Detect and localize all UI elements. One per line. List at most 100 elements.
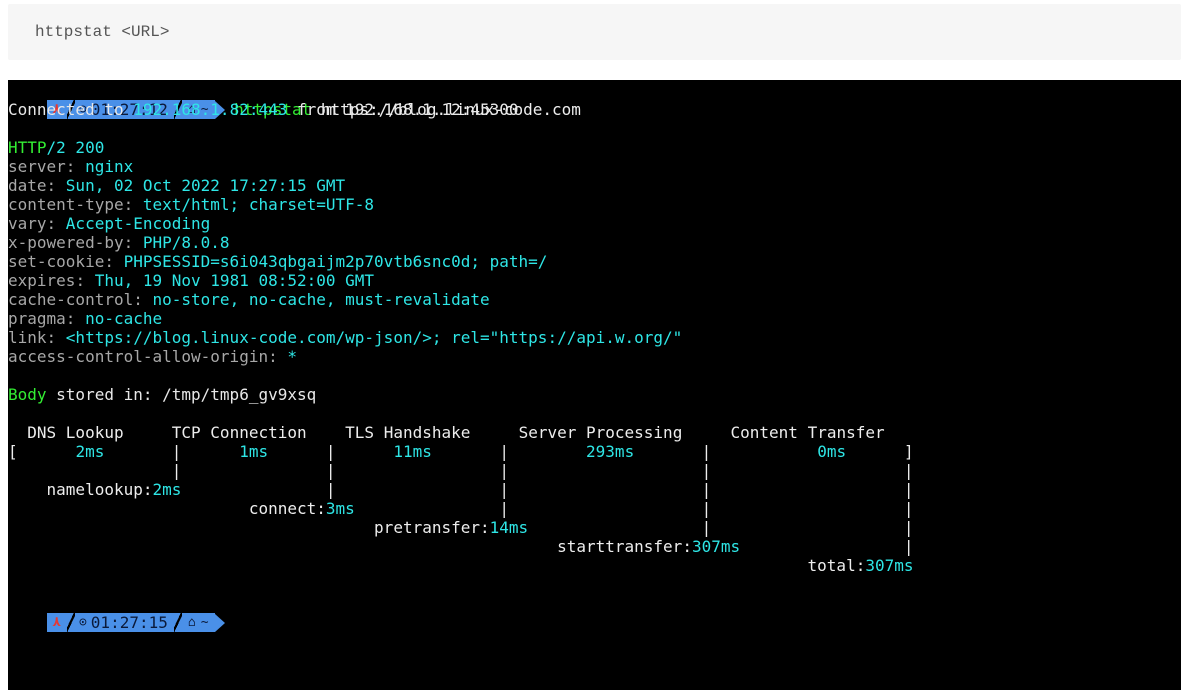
- local-address: 192.168.1.12:45300: [345, 100, 519, 119]
- prompt-line-1: ⋏ ⊙ 01:27:12 ⌂ ~ httpstat https://blog.l…: [8, 81, 1181, 119]
- timing-cumulative-row: connect:3ms | | |: [8, 499, 1181, 518]
- header-key: server: [8, 157, 66, 176]
- body-stored-path: stored in: /tmp/tmp6_gv9xsq: [46, 385, 317, 404]
- header-key: date: [8, 176, 47, 195]
- timing-pipe: |: [903, 499, 914, 518]
- timing-colon: :: [142, 480, 153, 499]
- timing-column-label: DNS Lookup: [27, 423, 124, 442]
- prompt-time: 01:27:15: [90, 613, 168, 632]
- timing-cumulative-value: 3ms: [325, 499, 355, 518]
- header-key: pragma: [8, 309, 66, 328]
- timing-colon: :: [682, 537, 692, 556]
- timing-cumulative-label: namelookup: [46, 480, 143, 499]
- timing-cumulative-row: starttransfer:307ms |: [8, 537, 1181, 556]
- status-icon: ⋏: [46, 613, 67, 632]
- timing-colon: :: [316, 499, 326, 518]
- timing-diagram: DNS Lookup TCP Connection TLS Handshake …: [8, 423, 1181, 575]
- connected-middle: from: [287, 100, 346, 119]
- header-key: cache-control: [8, 290, 134, 309]
- timing-colon: :: [855, 556, 866, 575]
- timing-pipe: |: [903, 537, 914, 556]
- header-value: <https://blog.linux-code.com/wp-json/>; …: [65, 328, 683, 347]
- header-key: vary: [8, 214, 47, 233]
- timing-cumulative-row: namelookup:2ms | | | |: [8, 480, 1181, 499]
- header-value: nginx: [85, 157, 134, 176]
- clock-icon: ⊙: [78, 615, 87, 630]
- timing-column-label: TLS Handshake: [345, 423, 471, 442]
- header-value: PHP/8.0.8: [142, 233, 230, 252]
- timing-duration: 11ms: [393, 442, 432, 461]
- timing-pipe: |: [325, 480, 336, 499]
- header-line: content-type: text/html; charset=UTF-8: [8, 195, 375, 214]
- timing-cumulative-value: 307ms: [691, 537, 741, 556]
- timing-duration-row: [ 2ms | 1ms | 11ms | 293ms | 0ms ]: [8, 442, 1181, 461]
- timing-cumulative-value: 14ms: [489, 518, 529, 537]
- http-status-line: HTTP/2 200: [8, 138, 1181, 157]
- timing-duration: 1ms: [239, 442, 269, 461]
- timing-open-bracket: [: [8, 442, 18, 461]
- timing-pipe: |: [499, 499, 509, 518]
- terminal-window[interactable]: ⋏ ⊙ 01:27:12 ⌂ ~ httpstat https://blog.l…: [8, 80, 1181, 690]
- timing-pipe: |: [499, 480, 509, 499]
- header-line: expires: Thu, 19 Nov 1981 08:52:00 GMT: [8, 271, 375, 290]
- timing-pipe: |: [903, 480, 914, 499]
- body-label: Body: [8, 385, 47, 404]
- timing-column-label: Content Transfer: [730, 423, 885, 442]
- remote-address: 192.168.1.82:443: [133, 100, 288, 119]
- timing-cumulative-label: pretransfer: [374, 518, 481, 537]
- timing-duration: 293ms: [586, 442, 635, 461]
- home-icon: ⌂: [187, 615, 196, 630]
- timing-close-bracket: ]: [903, 442, 914, 461]
- header-value: Accept-Encoding: [65, 214, 211, 233]
- code-block-text: httpstat <URL>: [35, 23, 170, 41]
- timing-cumulative-value: 2ms: [152, 480, 182, 499]
- code-block: httpstat <URL>: [8, 4, 1181, 60]
- timing-pipe: |: [499, 442, 509, 461]
- prompt-separator: [173, 613, 182, 632]
- http-status: /2 200: [46, 138, 105, 157]
- connected-line: Connected to 192.168.1.82:443 from 192.1…: [8, 100, 1181, 119]
- header-line: vary: Accept-Encoding: [8, 214, 211, 233]
- timing-column-label: Server Processing: [518, 423, 683, 442]
- http-protocol: HTTP: [8, 138, 47, 157]
- header-line: date: Sun, 02 Oct 2022 17:27:15 GMT: [8, 176, 346, 195]
- prompt-line-2: ⋏ ⊙ 01:27:15 ⌂ ~: [8, 594, 1181, 632]
- header-line: set-cookie: PHPSESSID=s6i043qbgaijm2p70v…: [8, 252, 548, 271]
- header-value: Sun, 02 Oct 2022 17:27:15 GMT: [65, 176, 346, 195]
- timing-column-label: TCP Connection: [171, 423, 307, 442]
- timing-colon: :: [480, 518, 490, 537]
- header-value: no-store, no-cache, must-revalidate: [152, 290, 490, 309]
- timing-pipe: |: [903, 461, 914, 480]
- header-line: access-control-allow-origin: *: [8, 347, 297, 366]
- timing-pipe: |: [701, 461, 712, 480]
- body-stored-line: Body stored in: /tmp/tmp6_gv9xsq: [8, 385, 1181, 404]
- header-key: link: [8, 328, 47, 347]
- timing-pipe: |: [325, 442, 336, 461]
- connected-prefix: Connected to: [8, 100, 134, 119]
- header-line: pragma: no-cache: [8, 309, 163, 328]
- header-value: Thu, 19 Nov 1981 08:52:00 GMT: [94, 271, 375, 290]
- prompt-arrow-end: [214, 613, 225, 632]
- timing-pipe: |: [701, 518, 712, 537]
- timing-cumulative-label: starttransfer: [557, 537, 683, 556]
- timing-cumulative-row: pretransfer:14ms | |: [8, 518, 1181, 537]
- timing-pipe: |: [171, 461, 182, 480]
- timing-cumulative-label: connect: [248, 499, 317, 518]
- header-key: set-cookie: [8, 252, 105, 271]
- timing-pipe: |: [701, 442, 712, 461]
- header-value: PHPSESSID=s6i043qbgaijm2p70vtb6snc0d; pa…: [123, 252, 548, 271]
- timing-pipe: |: [325, 461, 336, 480]
- timing-duration: 0ms: [817, 442, 847, 461]
- timing-cumulative-label: total: [807, 556, 856, 575]
- prompt: ⋏ ⊙ 01:27:15 ⌂ ~: [46, 613, 225, 632]
- timing-pipe: |: [701, 480, 712, 499]
- timing-header-row: DNS Lookup TCP Connection TLS Handshake …: [8, 423, 1181, 442]
- timing-pipe: |: [903, 518, 914, 537]
- header-key: x-powered-by: [8, 233, 124, 252]
- prompt-separator: [66, 613, 75, 632]
- header-line: cache-control: no-store, no-cache, must-…: [8, 290, 490, 309]
